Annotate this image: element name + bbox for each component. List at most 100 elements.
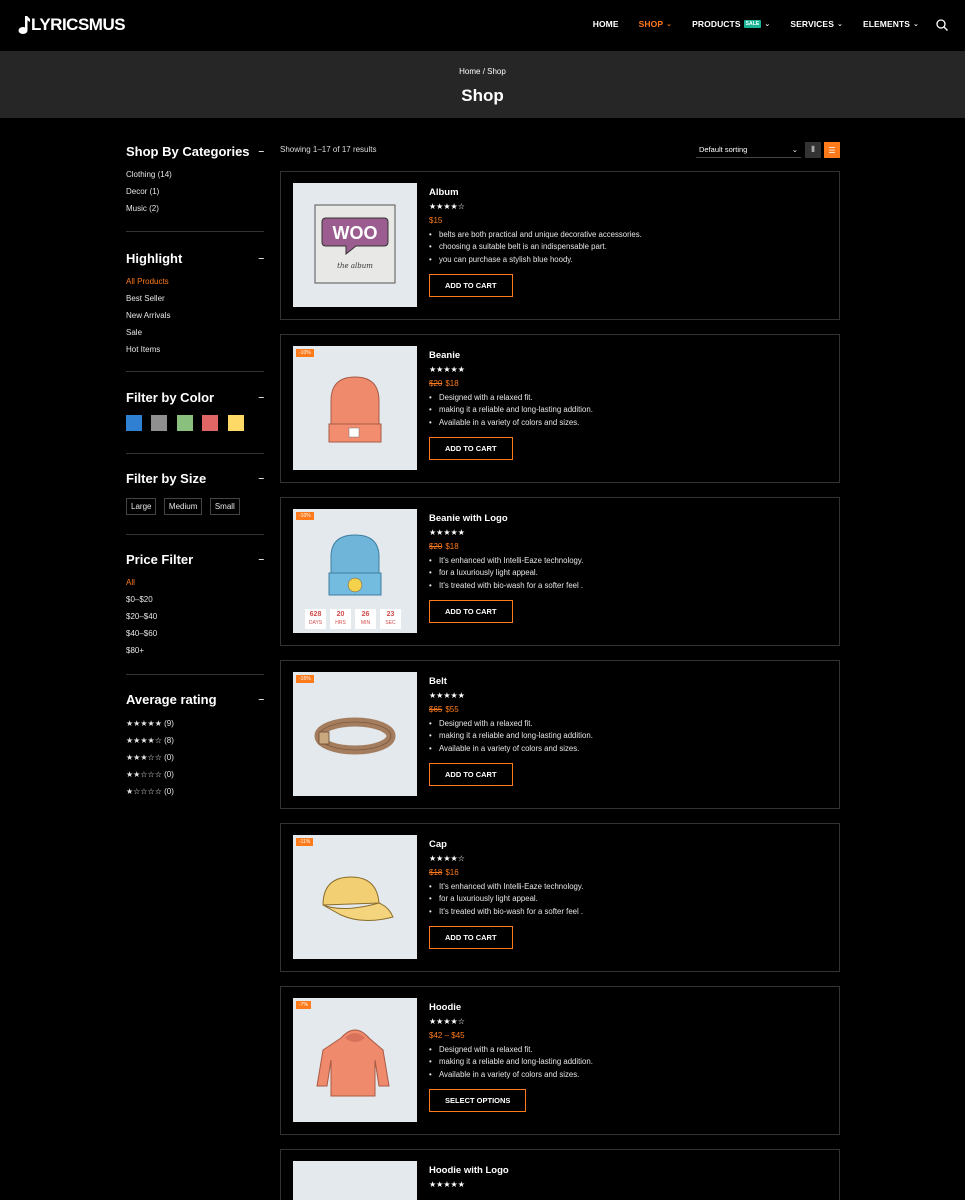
rating-item[interactable]: ★☆☆☆☆ (0) bbox=[126, 787, 264, 796]
widget-title[interactable]: Price Filter – bbox=[126, 552, 264, 567]
product-image[interactable]: -15% bbox=[293, 672, 417, 796]
countdown-unit: SEC bbox=[385, 620, 396, 626]
product-features: belts are both practical and unique deco… bbox=[429, 229, 829, 266]
product-features: Designed with a relaxed fit. making it a… bbox=[429, 392, 829, 429]
rating-list: ★★★★★ (9) ★★★★☆ (8) ★★★☆☆ (0) ★★☆☆☆ (0) … bbox=[126, 719, 264, 796]
rating-item[interactable]: ★★★★☆ (8) bbox=[126, 736, 264, 745]
widget-title[interactable]: Filter by Size – bbox=[126, 471, 264, 486]
product-name[interactable]: Hoodie bbox=[429, 1002, 829, 1013]
site-logo[interactable]: LYRICSMUS bbox=[18, 15, 126, 35]
widget-title[interactable]: Filter by Color – bbox=[126, 390, 264, 405]
rating-item[interactable]: ★★★★★ (9) bbox=[126, 719, 264, 728]
size-option[interactable]: Small bbox=[209, 498, 240, 515]
add-to-cart-button[interactable]: ADD TO CART bbox=[429, 925, 513, 949]
product-image[interactable]: -7% bbox=[293, 998, 417, 1122]
collapse-icon[interactable]: – bbox=[256, 473, 264, 484]
highlight-item[interactable]: New Arrivals bbox=[126, 311, 264, 320]
star-rating: ★★★★☆ bbox=[429, 854, 465, 863]
product-image[interactable]: -10% 628 DAYS 20 HRS 26 MIN 23 SEC bbox=[293, 509, 417, 633]
discount-badge: -10% bbox=[296, 512, 314, 520]
countdown-days: 628 DAYS bbox=[305, 609, 326, 629]
category-item[interactable]: Music (2) bbox=[126, 204, 264, 213]
add-to-cart-button[interactable]: ADD TO CART bbox=[429, 273, 513, 297]
product-card: -7% Hoodie ★★★★☆ $42 – $45 Designed with… bbox=[280, 986, 840, 1135]
rating-item[interactable]: ★★☆☆☆ (0) bbox=[126, 770, 264, 779]
nav-shop[interactable]: SHOP ⌄ bbox=[639, 19, 672, 29]
product-info: Cap ★★★★☆ $18$16 It's enhanced with Inte… bbox=[429, 839, 829, 949]
nav-home[interactable]: HOME bbox=[593, 19, 619, 29]
grid-icon: ⦀ bbox=[811, 145, 815, 154]
color-swatch-yellow[interactable] bbox=[227, 415, 244, 431]
rating-count: (0) bbox=[164, 753, 174, 762]
price-current: $55 bbox=[445, 705, 459, 714]
product-name[interactable]: Belt bbox=[429, 676, 829, 687]
category-item[interactable]: Decor (1) bbox=[126, 187, 264, 196]
cap-illustration bbox=[322, 876, 394, 921]
add-to-cart-button[interactable]: ADD TO CART bbox=[429, 762, 513, 786]
rating-item[interactable]: ★★★☆☆ (0) bbox=[126, 753, 264, 762]
highlight-item[interactable]: All Products bbox=[126, 277, 264, 286]
price-item[interactable]: $80+ bbox=[126, 646, 264, 655]
nav-products-label: PRODUCTS bbox=[692, 19, 741, 29]
color-swatch-green[interactable] bbox=[176, 415, 193, 431]
size-option[interactable]: Medium bbox=[163, 498, 203, 515]
countdown-value: 26 bbox=[361, 611, 370, 618]
product-price: $20 $18 bbox=[429, 379, 829, 388]
add-to-cart-button[interactable]: ADD TO CART bbox=[429, 599, 513, 623]
size-option[interactable]: Large bbox=[126, 498, 157, 515]
highlight-item[interactable]: Best Seller bbox=[126, 294, 264, 303]
product-image[interactable] bbox=[293, 1161, 417, 1200]
page-header: Home / Shop Shop bbox=[0, 51, 965, 118]
list-view-button[interactable]: ☰ bbox=[824, 142, 840, 158]
price-item[interactable]: All bbox=[126, 578, 264, 587]
color-swatch-red[interactable] bbox=[202, 415, 219, 431]
collapse-icon[interactable]: – bbox=[256, 392, 264, 403]
product-name[interactable]: Hoodie with Logo bbox=[429, 1165, 829, 1176]
product-name[interactable]: Beanie with Logo bbox=[429, 513, 829, 524]
search-icon[interactable] bbox=[936, 19, 948, 31]
chevron-down-icon: ⌄ bbox=[913, 21, 919, 28]
nav-services[interactable]: SERVICES ⌄ bbox=[790, 19, 843, 29]
select-options-button[interactable]: SELECT OPTIONS bbox=[429, 1088, 527, 1112]
product-name[interactable]: Cap bbox=[429, 839, 829, 850]
product-image[interactable]: -11% bbox=[293, 835, 417, 959]
brand-name: LYRICSMUS bbox=[31, 15, 126, 34]
product-name[interactable]: Beanie bbox=[429, 350, 829, 361]
price-item[interactable]: $40–$60 bbox=[126, 629, 264, 638]
product-price: $18 $16 bbox=[429, 868, 829, 877]
nav-products[interactable]: PRODUCTS SALE ⌄ bbox=[692, 19, 770, 29]
color-swatch-blue[interactable] bbox=[126, 415, 142, 431]
widget-title[interactable]: Highlight – bbox=[126, 251, 264, 266]
nav-elements[interactable]: ELEMENTS ⌄ bbox=[863, 19, 919, 29]
price-current: $16 bbox=[445, 868, 459, 877]
price-item[interactable]: $20–$40 bbox=[126, 612, 264, 621]
category-item[interactable]: Clothing (14) bbox=[126, 170, 264, 179]
belt-illustration bbox=[314, 717, 396, 755]
widget-color: Filter by Color – bbox=[126, 372, 264, 454]
svg-text:WOO: WOO bbox=[333, 223, 378, 243]
star-rating: ★★★★☆ bbox=[429, 202, 465, 211]
product-image[interactable]: WOO the album bbox=[293, 183, 417, 307]
main-nav: HOME SHOP ⌄ PRODUCTS SALE ⌄ SERVICES ⌄ ELEME… bbox=[593, 19, 919, 29]
widget-title-text: Average rating bbox=[126, 692, 217, 707]
site-header: LYRICSMUS HOME SHOP ⌄ PRODUCTS SALE ⌄ SERVI… bbox=[0, 0, 965, 51]
product-name[interactable]: Album bbox=[429, 187, 829, 198]
grid-view-button[interactable]: ⦀ bbox=[805, 142, 821, 158]
sort-select[interactable]: Default sorting ⌄ bbox=[696, 142, 801, 158]
feature-item: Designed with a relaxed fit. bbox=[429, 1044, 829, 1057]
highlight-item[interactable]: Sale bbox=[126, 328, 264, 337]
highlight-item[interactable]: Hot Items bbox=[126, 345, 264, 354]
add-to-cart-button[interactable]: ADD TO CART bbox=[429, 436, 513, 460]
feature-item: It's treated with bio-wash for a softer … bbox=[429, 906, 829, 919]
price-item[interactable]: $0–$20 bbox=[126, 595, 264, 604]
widget-size: Filter by Size – Large Medium Small bbox=[126, 454, 264, 535]
widget-title[interactable]: Shop By Categories – bbox=[126, 144, 264, 159]
collapse-icon[interactable]: – bbox=[256, 253, 264, 264]
collapse-icon[interactable]: – bbox=[256, 694, 264, 705]
collapse-icon[interactable]: – bbox=[256, 146, 264, 157]
widget-title[interactable]: Average rating – bbox=[126, 692, 264, 707]
product-image[interactable]: -10% bbox=[293, 346, 417, 470]
collapse-icon[interactable]: – bbox=[256, 554, 264, 565]
breadcrumb[interactable]: Home / Shop bbox=[0, 67, 965, 76]
color-swatch-gray[interactable] bbox=[151, 415, 168, 431]
